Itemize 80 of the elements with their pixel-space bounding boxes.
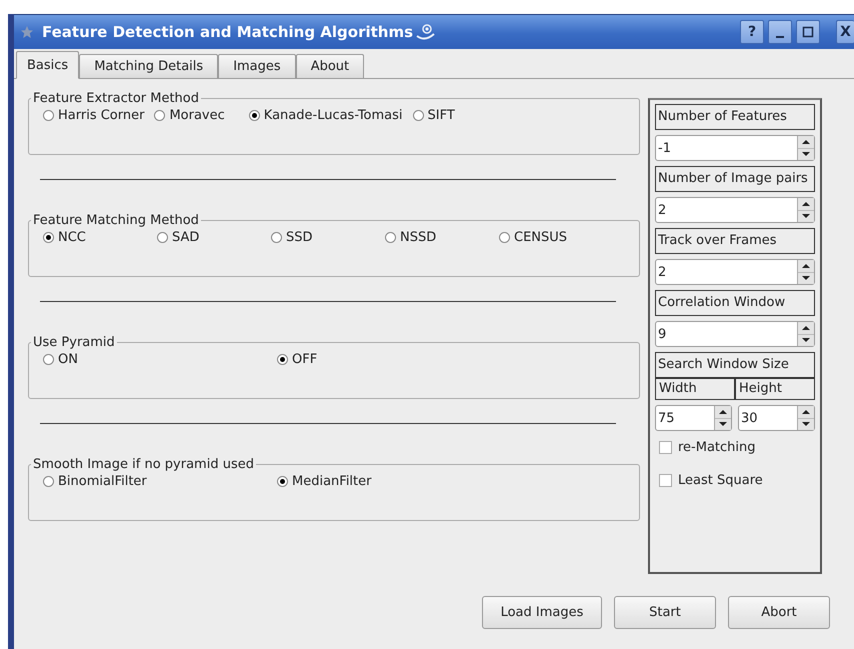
radio-option[interactable]: MedianFilter xyxy=(277,474,511,489)
radio-button[interactable] xyxy=(277,354,288,365)
radio-label: OFF xyxy=(292,352,318,367)
field-label: Correlation Window xyxy=(655,290,815,316)
radio-label: NCC xyxy=(58,230,86,245)
radio-label: SAD xyxy=(172,230,200,245)
radio-option[interactable]: BinomialFilter xyxy=(43,474,277,489)
push-button[interactable]: Start xyxy=(614,596,716,629)
checkbox[interactable] xyxy=(659,474,672,486)
star-icon xyxy=(20,25,34,39)
tab[interactable]: About xyxy=(296,54,364,78)
checkbox[interactable] xyxy=(659,440,672,454)
radio-option[interactable]: NCC xyxy=(43,230,157,245)
help-button[interactable]: ? xyxy=(740,20,764,44)
radio-option[interactable]: SIFT xyxy=(412,108,455,123)
radio-button[interactable] xyxy=(271,232,282,243)
spin-box[interactable]: 2 xyxy=(655,259,815,285)
spin-box[interactable]: 2 xyxy=(655,197,815,223)
spin-arrows-icon[interactable] xyxy=(797,260,814,284)
spin-box[interactable]: 30 xyxy=(738,405,815,431)
spin-arrows-icon[interactable] xyxy=(797,322,814,346)
radio-label: Moravec xyxy=(169,108,225,123)
radio-button[interactable] xyxy=(385,232,396,243)
maximize-button[interactable] xyxy=(796,20,820,44)
spin-box[interactable]: -1 xyxy=(655,135,815,161)
checkbox-label: re-Matching xyxy=(678,440,756,454)
maximize-icon xyxy=(802,26,814,38)
checkbox-option[interactable]: re-Matching xyxy=(655,436,815,458)
push-button[interactable]: Abort xyxy=(728,596,830,629)
group-title: Use Pyramid xyxy=(32,335,116,350)
tab[interactable]: Basics xyxy=(16,51,80,79)
radio-label: SSD xyxy=(286,230,313,245)
radio-option[interactable]: NSSD xyxy=(385,230,499,245)
radio-label: BinomialFilter xyxy=(58,474,147,489)
group-title: Feature Matching Method xyxy=(32,213,200,228)
radio-button[interactable] xyxy=(499,232,510,243)
group-title: Smooth Image if no pyramid used xyxy=(32,457,255,472)
spin-box[interactable]: 9 xyxy=(655,321,815,347)
spin-box[interactable]: 75 xyxy=(655,405,732,431)
window-title: Feature Detection and Matching Algorithms xyxy=(42,23,414,41)
spin-arrows-icon[interactable] xyxy=(797,198,814,222)
minimize-icon xyxy=(776,36,784,38)
radio-option[interactable]: CENSUS xyxy=(499,230,613,245)
radio-button[interactable] xyxy=(43,110,54,121)
checkbox-label: Least Square xyxy=(678,472,763,488)
field-label: Search Window Size xyxy=(655,352,815,378)
radio-option[interactable]: ON xyxy=(43,352,277,367)
group-title: Feature Extractor Method xyxy=(32,91,200,106)
spin-arrows-icon[interactable] xyxy=(797,406,814,430)
tab[interactable]: Images xyxy=(218,54,296,78)
radio-option[interactable]: SAD xyxy=(157,230,271,245)
radio-button[interactable] xyxy=(412,110,424,121)
close-button[interactable]: X xyxy=(836,20,854,44)
radio-button[interactable] xyxy=(154,110,166,121)
spin-arrows-icon[interactable] xyxy=(714,406,731,430)
radio-option[interactable]: Moravec xyxy=(154,108,225,123)
field-label: Width xyxy=(655,378,735,400)
radio-button[interactable] xyxy=(157,232,168,243)
radio-label: NSSD xyxy=(400,230,436,245)
field-label: Track over Frames xyxy=(655,228,815,254)
radio-option[interactable]: OFF xyxy=(277,352,511,367)
field-label: Number of Features xyxy=(655,104,815,130)
radio-button[interactable] xyxy=(43,232,54,243)
radio-option[interactable]: SSD xyxy=(271,230,385,245)
spin-arrows-icon[interactable] xyxy=(797,136,814,160)
field-label: Number of Image pairs xyxy=(655,166,815,192)
radio-button[interactable] xyxy=(277,476,288,487)
tab[interactable]: Matching Details xyxy=(79,54,218,78)
minimize-button[interactable] xyxy=(768,20,792,44)
swirl-icon xyxy=(415,22,438,42)
radio-label: ON xyxy=(58,352,78,367)
checkbox-option[interactable]: Least Square xyxy=(655,469,815,491)
radio-button[interactable] xyxy=(248,110,260,121)
radio-button[interactable] xyxy=(43,476,54,487)
radio-label: SIFT xyxy=(428,108,455,123)
radio-button[interactable] xyxy=(43,354,54,365)
push-button[interactable]: Load Images xyxy=(482,596,602,629)
radio-label: MedianFilter xyxy=(292,474,372,489)
field-label: Height xyxy=(734,378,815,400)
radio-label: CENSUS xyxy=(514,230,568,245)
